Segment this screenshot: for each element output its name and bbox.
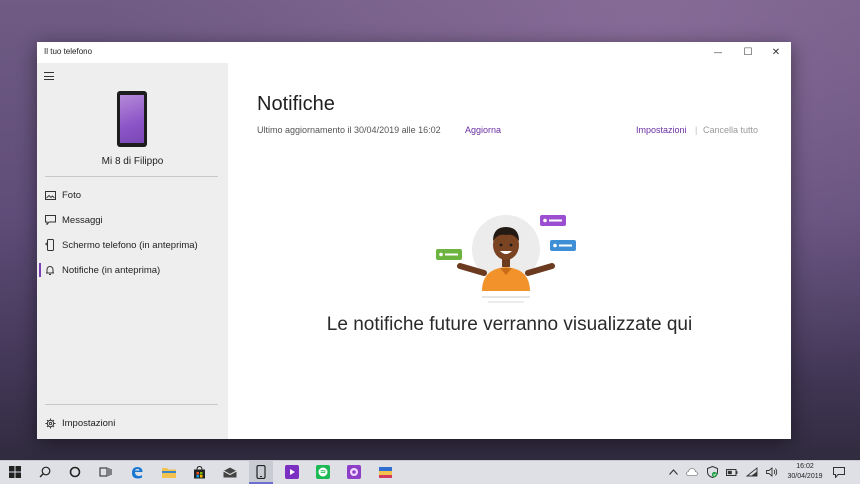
phone-screen-icon <box>44 239 56 251</box>
sidebar-item-label: Messaggi <box>62 214 103 226</box>
sidebar-item-label: Schermo telefono (in anteprima) <box>62 239 198 251</box>
device-name: Mi 8 di Filippo <box>101 156 164 167</box>
spotify-icon[interactable] <box>314 464 332 480</box>
clear-all-link[interactable]: Cancella tutto <box>703 125 758 135</box>
volume-icon[interactable] <box>766 466 778 478</box>
clock[interactable]: 16:02 30/04/2019 <box>781 462 829 482</box>
settings-link[interactable]: Impostazioni <box>636 125 687 135</box>
winrar-icon[interactable] <box>376 464 394 480</box>
sidebar-item-messaggi[interactable]: Messaggi <box>37 210 228 230</box>
title-bar: Il tuo telefono — ☐ ✕ <box>37 42 791 63</box>
task-view-icon[interactable] <box>96 464 114 480</box>
photo-icon <box>44 189 56 201</box>
maximize-button[interactable]: ☐ <box>733 42 763 63</box>
sidebar-item-label: Notifiche (in anteprima) <box>62 264 161 276</box>
wifi-icon[interactable] <box>746 466 758 478</box>
window-title: Il tuo telefono <box>44 47 93 56</box>
security-shield-icon[interactable] <box>706 466 718 478</box>
mail-icon[interactable] <box>221 464 239 480</box>
last-updated-text: Ultimo aggiornamento il 30/04/2019 alle … <box>257 125 441 135</box>
bell-icon <box>44 264 56 276</box>
edge-icon[interactable] <box>128 464 146 480</box>
hamburger-menu-icon[interactable] <box>44 72 54 80</box>
file-explorer-icon[interactable] <box>160 464 178 480</box>
sidebar-divider <box>45 404 218 405</box>
search-icon[interactable] <box>36 464 54 480</box>
taskbar: 16:02 30/04/2019 <box>0 460 860 484</box>
action-center-icon[interactable] <box>833 466 845 478</box>
active-indicator <box>39 263 41 277</box>
phone-image <box>117 91 147 147</box>
store-icon[interactable] <box>190 464 208 480</box>
your-phone-icon[interactable] <box>252 464 270 480</box>
sidebar-item-label: Foto <box>62 189 82 201</box>
sidebar-divider <box>45 176 218 177</box>
minimize-button[interactable]: — <box>703 42 733 63</box>
gear-icon <box>44 417 56 429</box>
sidebar-item-label: Impostazioni <box>62 417 116 429</box>
link-separator: | <box>695 125 698 135</box>
message-icon <box>44 214 56 226</box>
refresh-link[interactable]: Aggiorna <box>465 125 501 135</box>
app-window: Il tuo telefono — ☐ ✕ Mi 8 di Filippo Fo… <box>37 42 791 439</box>
notifications-illustration <box>436 215 576 303</box>
onedrive-icon[interactable] <box>686 466 698 478</box>
sidebar-item-schermo-telefono[interactable]: Schermo telefono (in anteprima) <box>37 235 228 255</box>
app-icon[interactable] <box>345 464 363 480</box>
main-content: Notifiche Ultimo aggiornamento il 30/04/… <box>228 63 791 439</box>
page-title: Notifiche <box>257 93 335 115</box>
sidebar-item-impostazioni[interactable]: Impostazioni <box>37 413 228 433</box>
sidebar-item-notifiche[interactable]: Notifiche (in anteprima) <box>37 260 228 280</box>
sidebar: Mi 8 di Filippo Foto Messaggi Schermo te… <box>37 63 228 439</box>
chevron-up-icon[interactable] <box>667 466 679 478</box>
sidebar-item-foto[interactable]: Foto <box>37 185 228 205</box>
battery-icon[interactable] <box>726 466 738 478</box>
start-icon[interactable] <box>6 464 24 480</box>
clock-date: 30/04/2019 <box>787 473 823 480</box>
cortana-icon[interactable] <box>66 464 84 480</box>
close-button[interactable]: ✕ <box>761 42 791 63</box>
empty-state-message: Le notifiche future verranno visualizzat… <box>326 314 693 335</box>
media-icon[interactable] <box>283 464 301 480</box>
clock-time: 16:02 <box>796 463 814 470</box>
